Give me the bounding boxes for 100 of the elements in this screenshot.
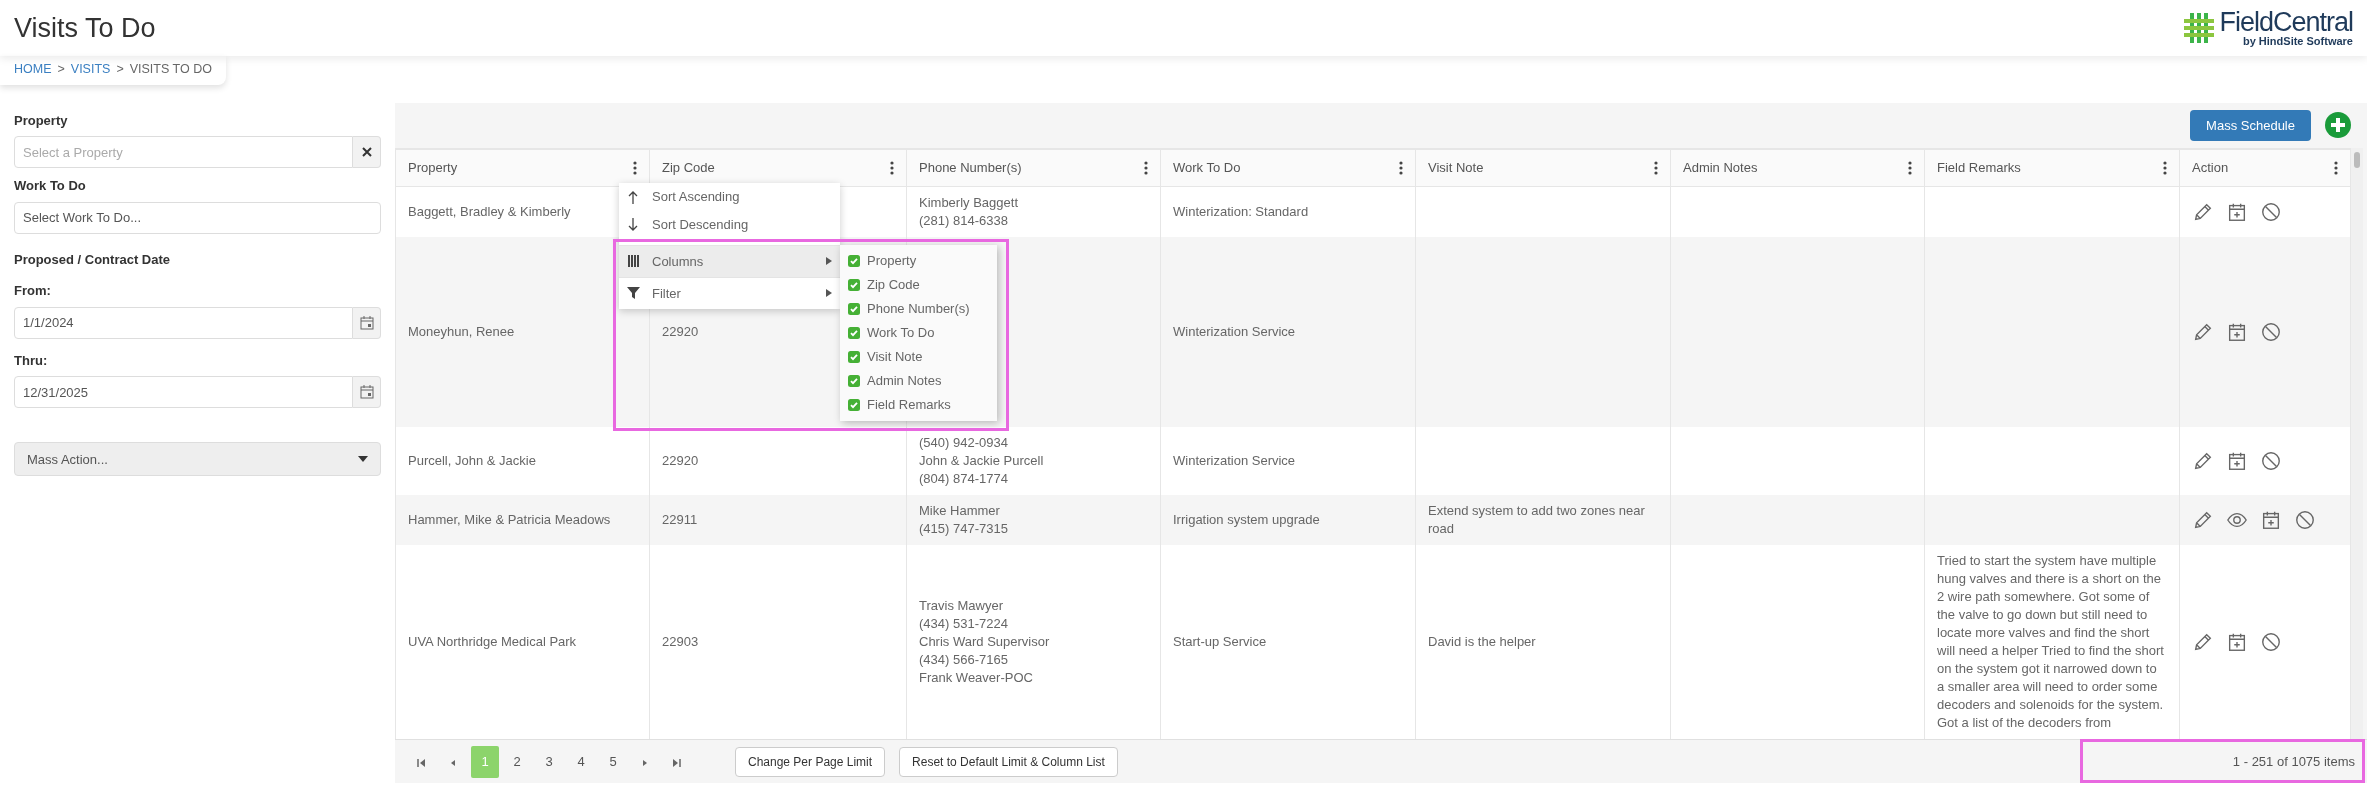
table-cell: 22920 <box>662 453 699 469</box>
column-menu-icon[interactable] <box>2334 161 2338 175</box>
date-field[interactable]: 1/1/2024 <box>14 306 353 339</box>
caret-icon <box>358 456 368 463</box>
breadcrumb-separator: > <box>116 61 124 78</box>
column-toggle[interactable]: Field Remarks <box>840 392 997 417</box>
mass-action-dropdown[interactable]: Mass Action... <box>14 442 381 477</box>
column-menu-icon[interactable] <box>1908 161 1912 175</box>
cancel-icon[interactable] <box>2260 450 2282 473</box>
menu-item[interactable]: Filter <box>619 276 840 309</box>
calendar-plus-icon[interactable] <box>2226 631 2248 654</box>
checkbox-checked-icon[interactable] <box>848 374 860 387</box>
mass-schedule-button[interactable]: Mass Schedule <box>2190 109 2311 141</box>
checkbox-checked-icon[interactable] <box>848 254 860 267</box>
table-cell: Extend system to add two zones near road <box>1428 503 1645 537</box>
table-cell: Purcell, John & Jackie <box>408 453 536 469</box>
column-toggle[interactable]: Zip Code <box>840 272 997 297</box>
logo-tagline: by HindSite Software <box>2241 36 2353 47</box>
field-label: Thru: <box>14 351 49 370</box>
table-cell: Hammer, Mike & Patricia Meadows <box>408 512 611 528</box>
phone-contact: Travis Mawyer (434) 531-7224 Chris Ward Supervisor (434) 566-7165 Frank Weaver-POC <box>919 597 1051 688</box>
cancel-icon[interactable] <box>2260 201 2282 224</box>
menu-item[interactable]: Columns <box>619 244 840 277</box>
column-menu-icon[interactable] <box>1654 161 1658 175</box>
field-label: Work To Do <box>14 177 87 196</box>
column-menu-icon[interactable] <box>2163 161 2167 175</box>
work-select[interactable]: Select Work To Do... <box>14 201 381 234</box>
table-cell: 22903 <box>662 634 699 650</box>
table-cell: Winterization: Standard <box>1173 204 1309 220</box>
scrollbar-thumb[interactable] <box>2354 151 2360 168</box>
table-cell: Winterization Service <box>1173 453 1296 469</box>
phone-contact: (540) 942-0934 John & Jackie Purcell (804) 874-1774 <box>919 434 1045 489</box>
breadcrumb-separator: > <box>57 61 65 78</box>
page-button[interactable]: 5 <box>599 745 627 778</box>
field-label: From: <box>14 282 52 301</box>
arrow-up-icon <box>627 189 640 204</box>
column-header[interactable]: Admin Notes <box>1683 158 1758 178</box>
phone-contact: Mike Hammer (415) 747-7315 <box>919 502 1009 539</box>
calendar-plus-icon[interactable] <box>2226 321 2248 344</box>
columns-icon <box>627 254 640 269</box>
column-header[interactable]: Visit Note <box>1428 158 1484 178</box>
date-field[interactable]: 12/31/2025 <box>14 376 353 409</box>
cancel-icon[interactable] <box>2294 509 2316 532</box>
table-cell: UVA Northridge Medical Park <box>408 634 577 650</box>
column-menu-icon[interactable] <box>1399 161 1403 175</box>
column-header[interactable]: Property <box>408 158 458 178</box>
add-icon[interactable] <box>2325 112 2351 139</box>
logo-name: FieldCentral <box>2219 9 2353 36</box>
calendar-icon[interactable] <box>359 385 374 400</box>
checkbox-checked-icon[interactable] <box>848 278 860 291</box>
page-button[interactable]: 4 <box>567 745 595 778</box>
cancel-icon[interactable] <box>2260 321 2282 344</box>
column-toggle[interactable]: Admin Notes <box>840 368 997 393</box>
checkbox-checked-icon[interactable] <box>848 326 860 339</box>
menu-item[interactable]: Sort Descending <box>619 210 840 239</box>
calendar-plus-icon[interactable] <box>2226 450 2248 473</box>
items-summary: 1 - 251 of 1075 items <box>2232 753 2355 771</box>
calendar-plus-icon[interactable] <box>2226 201 2248 224</box>
section-heading: Proposed / Contract Date <box>14 250 172 269</box>
column-toggle[interactable]: Visit Note <box>840 344 997 369</box>
page-button[interactable]: 3 <box>535 745 563 778</box>
breadcrumb-link[interactable]: VISITS <box>70 60 111 79</box>
breadcrumb-current: VISITS TO DO <box>129 61 212 78</box>
phone-contact: Kimberly Baggett (281) 814-6338 <box>919 194 1019 231</box>
checkbox-checked-icon[interactable] <box>848 398 860 411</box>
clear-icon[interactable] <box>361 147 372 158</box>
column-toggle[interactable]: Property <box>840 248 997 273</box>
filter-icon <box>627 286 640 301</box>
table-cell: Tried to start the system have multiple hung valves and there is a short on the 2 wire path somewhere. Got some of the valve to go down but still need to locate more valves and find the short will need a helper Tried to find the short on the system got it narrowed down to a smaller area will need to order some decoders and solenoids for the system. Got a list of the decoders from <box>1937 553 2164 731</box>
table-cell: Winterization Service <box>1173 324 1296 340</box>
property-select[interactable]: Select a Property <box>14 136 353 169</box>
calendar-icon[interactable] <box>359 315 374 330</box>
checkbox-checked-icon[interactable] <box>848 350 860 363</box>
column-header[interactable]: Zip Code <box>662 158 715 178</box>
column-toggle[interactable]: Phone Number(s) <box>840 296 997 321</box>
table-cell: Irrigation system upgrade <box>1173 512 1320 528</box>
logo-icon <box>2182 11 2217 45</box>
column-header[interactable]: Work To Do <box>1173 158 1241 178</box>
last-page-icon[interactable] <box>672 757 682 768</box>
first-page-icon[interactable] <box>416 757 426 768</box>
checkbox-checked-icon[interactable] <box>848 302 860 315</box>
calendar-plus-icon[interactable] <box>2260 509 2282 532</box>
table-cell: 22911 <box>662 512 698 528</box>
page-title: Visits To Do <box>14 11 156 45</box>
table-cell: Start-up Service <box>1173 634 1267 650</box>
table-cell: 22920 <box>662 324 699 340</box>
column-toggle[interactable]: Work To Do <box>840 320 997 345</box>
column-header[interactable]: Action <box>2192 158 2229 178</box>
column-menu-icon[interactable] <box>1144 161 1148 175</box>
page-button[interactable]: 2 <box>503 745 531 778</box>
column-menu-icon[interactable] <box>890 161 894 175</box>
menu-item[interactable]: Sort Ascending <box>619 182 840 211</box>
table-cell: Moneyhun, Renee <box>408 324 515 340</box>
table-cell: David is the helper <box>1428 634 1536 650</box>
column-header[interactable]: Field Remarks <box>1937 158 2021 178</box>
pager-button[interactable]: Reset to Default Limit & Column List <box>899 746 1118 777</box>
column-menu-icon[interactable] <box>633 161 637 175</box>
pager-button[interactable]: Change Per Page Limit <box>735 746 886 777</box>
cancel-icon[interactable] <box>2260 631 2282 654</box>
breadcrumb-link[interactable]: HOME <box>14 60 52 79</box>
